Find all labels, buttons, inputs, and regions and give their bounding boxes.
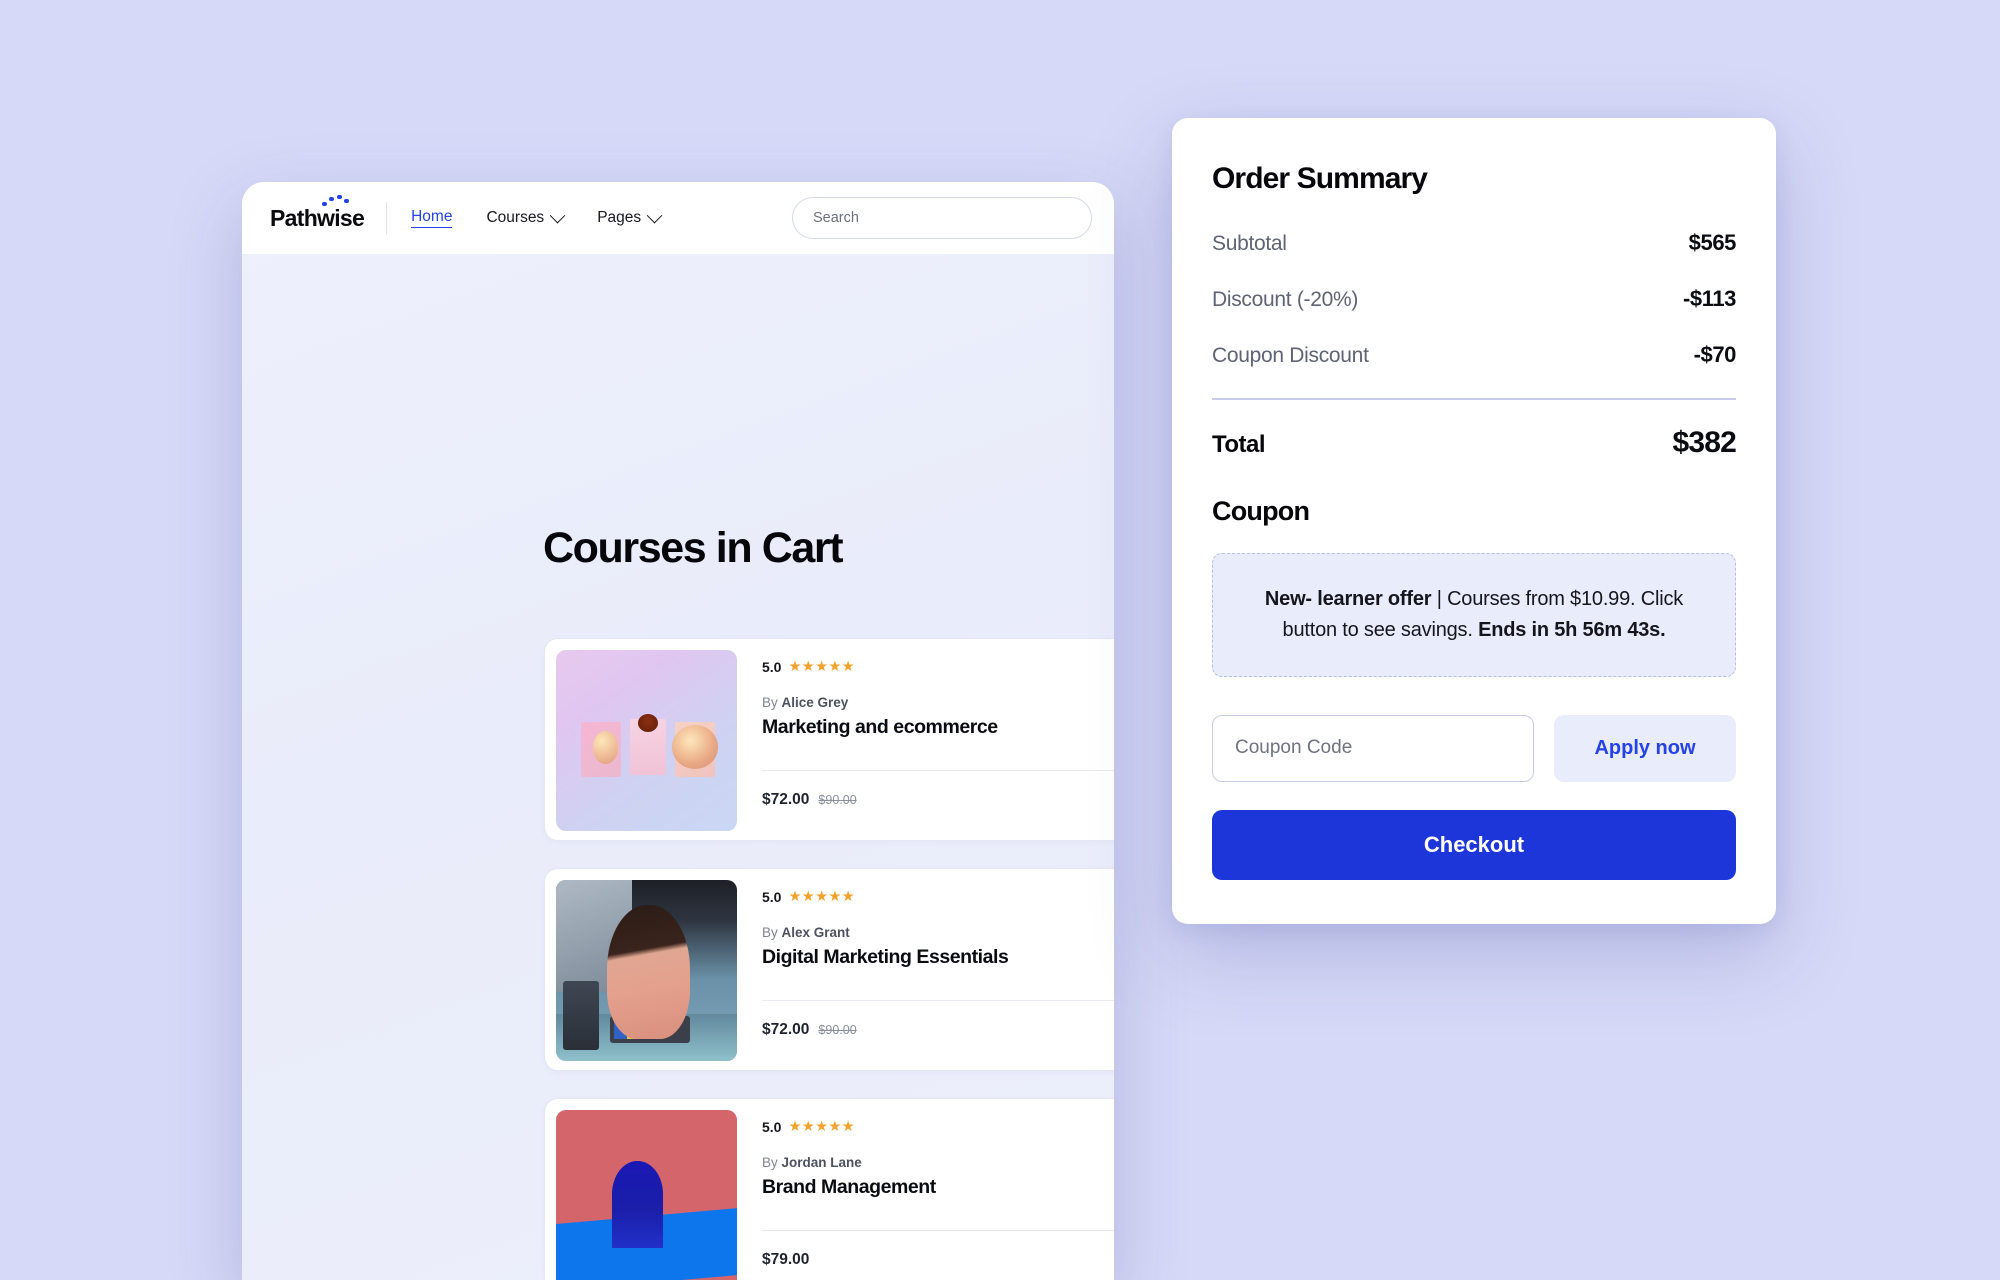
summary-row-discount: Discount (-20%) -$113	[1212, 286, 1736, 312]
summary-row-subtotal: Subtotal $565	[1212, 230, 1736, 256]
nav-divider	[386, 202, 388, 234]
order-summary-title: Order Summary	[1212, 162, 1428, 195]
total-label: Total	[1212, 430, 1266, 458]
discount-label: Discount (-20%)	[1212, 288, 1359, 311]
summary-row-total: Total $382	[1212, 425, 1737, 460]
nav-item-courses[interactable]: Courses	[486, 207, 566, 227]
coupon-code-input[interactable]	[1212, 714, 1534, 782]
summary-row-coupon-discount: Coupon Discount -$70	[1212, 342, 1736, 368]
coupon-banner-countdown: Ends in 5h 56m 43s.	[1478, 618, 1666, 641]
course-original-price: $90.00	[818, 793, 857, 807]
site-navbar: Pathwise Home Courses Pages	[242, 182, 1114, 254]
course-author: By Jordan Lane	[762, 1155, 1114, 1170]
nav-item-pages[interactable]: Pages	[597, 207, 663, 227]
rating-value: 5.0	[762, 889, 782, 905]
course-rating: 5.0 ★★★★★	[762, 889, 1114, 905]
course-card-body: 5.0 ★★★★★ By Alex Grant Digital Marketin…	[762, 880, 1114, 1059]
coupon-promo-banner: New- learner offer | Courses from $10.99…	[1212, 552, 1736, 677]
rating-stars-icon: ★★★★★	[788, 889, 855, 905]
course-original-price: $90.00	[818, 1023, 857, 1037]
course-author-name: Alex Grant	[781, 925, 850, 940]
order-summary-panel: Order Summary Subtotal $565 Discount (-2…	[1172, 118, 1776, 924]
course-price: $79.00	[762, 1251, 810, 1268]
course-rating: 5.0 ★★★★★	[762, 659, 1114, 675]
total-value: $382	[1672, 425, 1736, 459]
course-author-prefix: By	[762, 695, 778, 710]
subtotal-value: $565	[1688, 230, 1737, 255]
course-thumbnail	[556, 650, 737, 831]
course-thumbnail	[556, 1110, 737, 1280]
course-thumbnail	[556, 880, 737, 1061]
cart-course-list: 5.0 ★★★★★ By Alice Grey Marketing and ec…	[544, 638, 1114, 1280]
coupon-discount-label: Coupon Discount	[1212, 344, 1369, 367]
brand-name: Pathwise	[270, 204, 365, 231]
cart-course-card: 5.0 ★★★★★ By Jordan Lane Brand Managemen…	[544, 1098, 1114, 1280]
coupon-banner-offer: New- learner offer	[1264, 587, 1432, 610]
cart-course-card: 5.0 ★★★★★ By Alice Grey Marketing and ec…	[544, 638, 1114, 841]
nav-item-home-label: Home	[411, 208, 453, 225]
course-author-prefix: By	[762, 925, 778, 940]
course-title: Marketing and ecommerce	[762, 716, 998, 738]
nav-item-courses-label: Courses	[486, 209, 545, 226]
course-price: $72.00	[762, 1021, 810, 1038]
coupon-discount-value: -$70	[1693, 342, 1737, 367]
course-rating: 5.0 ★★★★★	[762, 1119, 1114, 1135]
course-price-row: $72.00 $90.00 View course	[762, 771, 1114, 829]
brand-logo[interactable]: Pathwise	[270, 194, 365, 231]
nav-item-home[interactable]: Home	[411, 208, 453, 228]
chevron-down-icon	[646, 207, 663, 223]
rating-value: 5.0	[762, 1119, 782, 1135]
course-title: Digital Marketing Essentials	[762, 946, 1009, 968]
coupon-section-title: Coupon	[1212, 495, 1310, 526]
logo-dots-icon	[322, 194, 349, 207]
discount-value: -$113	[1682, 286, 1736, 311]
course-price-row: $72.00 $90.00 View course	[762, 1001, 1114, 1059]
course-author: By Alex Grant	[762, 925, 1114, 940]
cart-course-card: 5.0 ★★★★★ By Alex Grant Digital Marketin…	[544, 868, 1114, 1071]
browser-window-mock: Pathwise Home Courses Pages Courses in C…	[242, 182, 1114, 1280]
chevron-down-icon	[549, 207, 566, 223]
rating-stars-icon: ★★★★★	[788, 1119, 855, 1135]
course-price-row: $79.00 View course	[762, 1231, 1114, 1280]
course-title: Brand Management	[762, 1176, 936, 1198]
page-title: Courses in Cart	[543, 524, 844, 572]
checkout-button[interactable]: Checkout	[1212, 809, 1736, 880]
summary-divider	[1212, 398, 1736, 400]
nav-links: Home Courses Pages	[411, 207, 663, 228]
course-author-name: Alice Grey	[781, 695, 849, 710]
rating-value: 5.0	[762, 659, 782, 675]
rating-stars-icon: ★★★★★	[788, 659, 855, 675]
course-author-prefix: By	[762, 1155, 778, 1170]
course-author-name: Jordan Lane	[781, 1155, 862, 1170]
nav-item-pages-label: Pages	[597, 209, 642, 226]
course-author: By Alice Grey	[762, 695, 1114, 710]
course-card-body: 5.0 ★★★★★ By Alice Grey Marketing and ec…	[762, 650, 1114, 829]
search-container	[792, 197, 1092, 239]
course-card-body: 5.0 ★★★★★ By Jordan Lane Brand Managemen…	[762, 1110, 1114, 1280]
search-input[interactable]	[792, 197, 1092, 239]
coupon-form: Apply now	[1212, 714, 1736, 782]
apply-coupon-button[interactable]: Apply now	[1554, 714, 1736, 782]
subtotal-label: Subtotal	[1212, 232, 1287, 255]
course-price: $72.00	[762, 791, 810, 808]
